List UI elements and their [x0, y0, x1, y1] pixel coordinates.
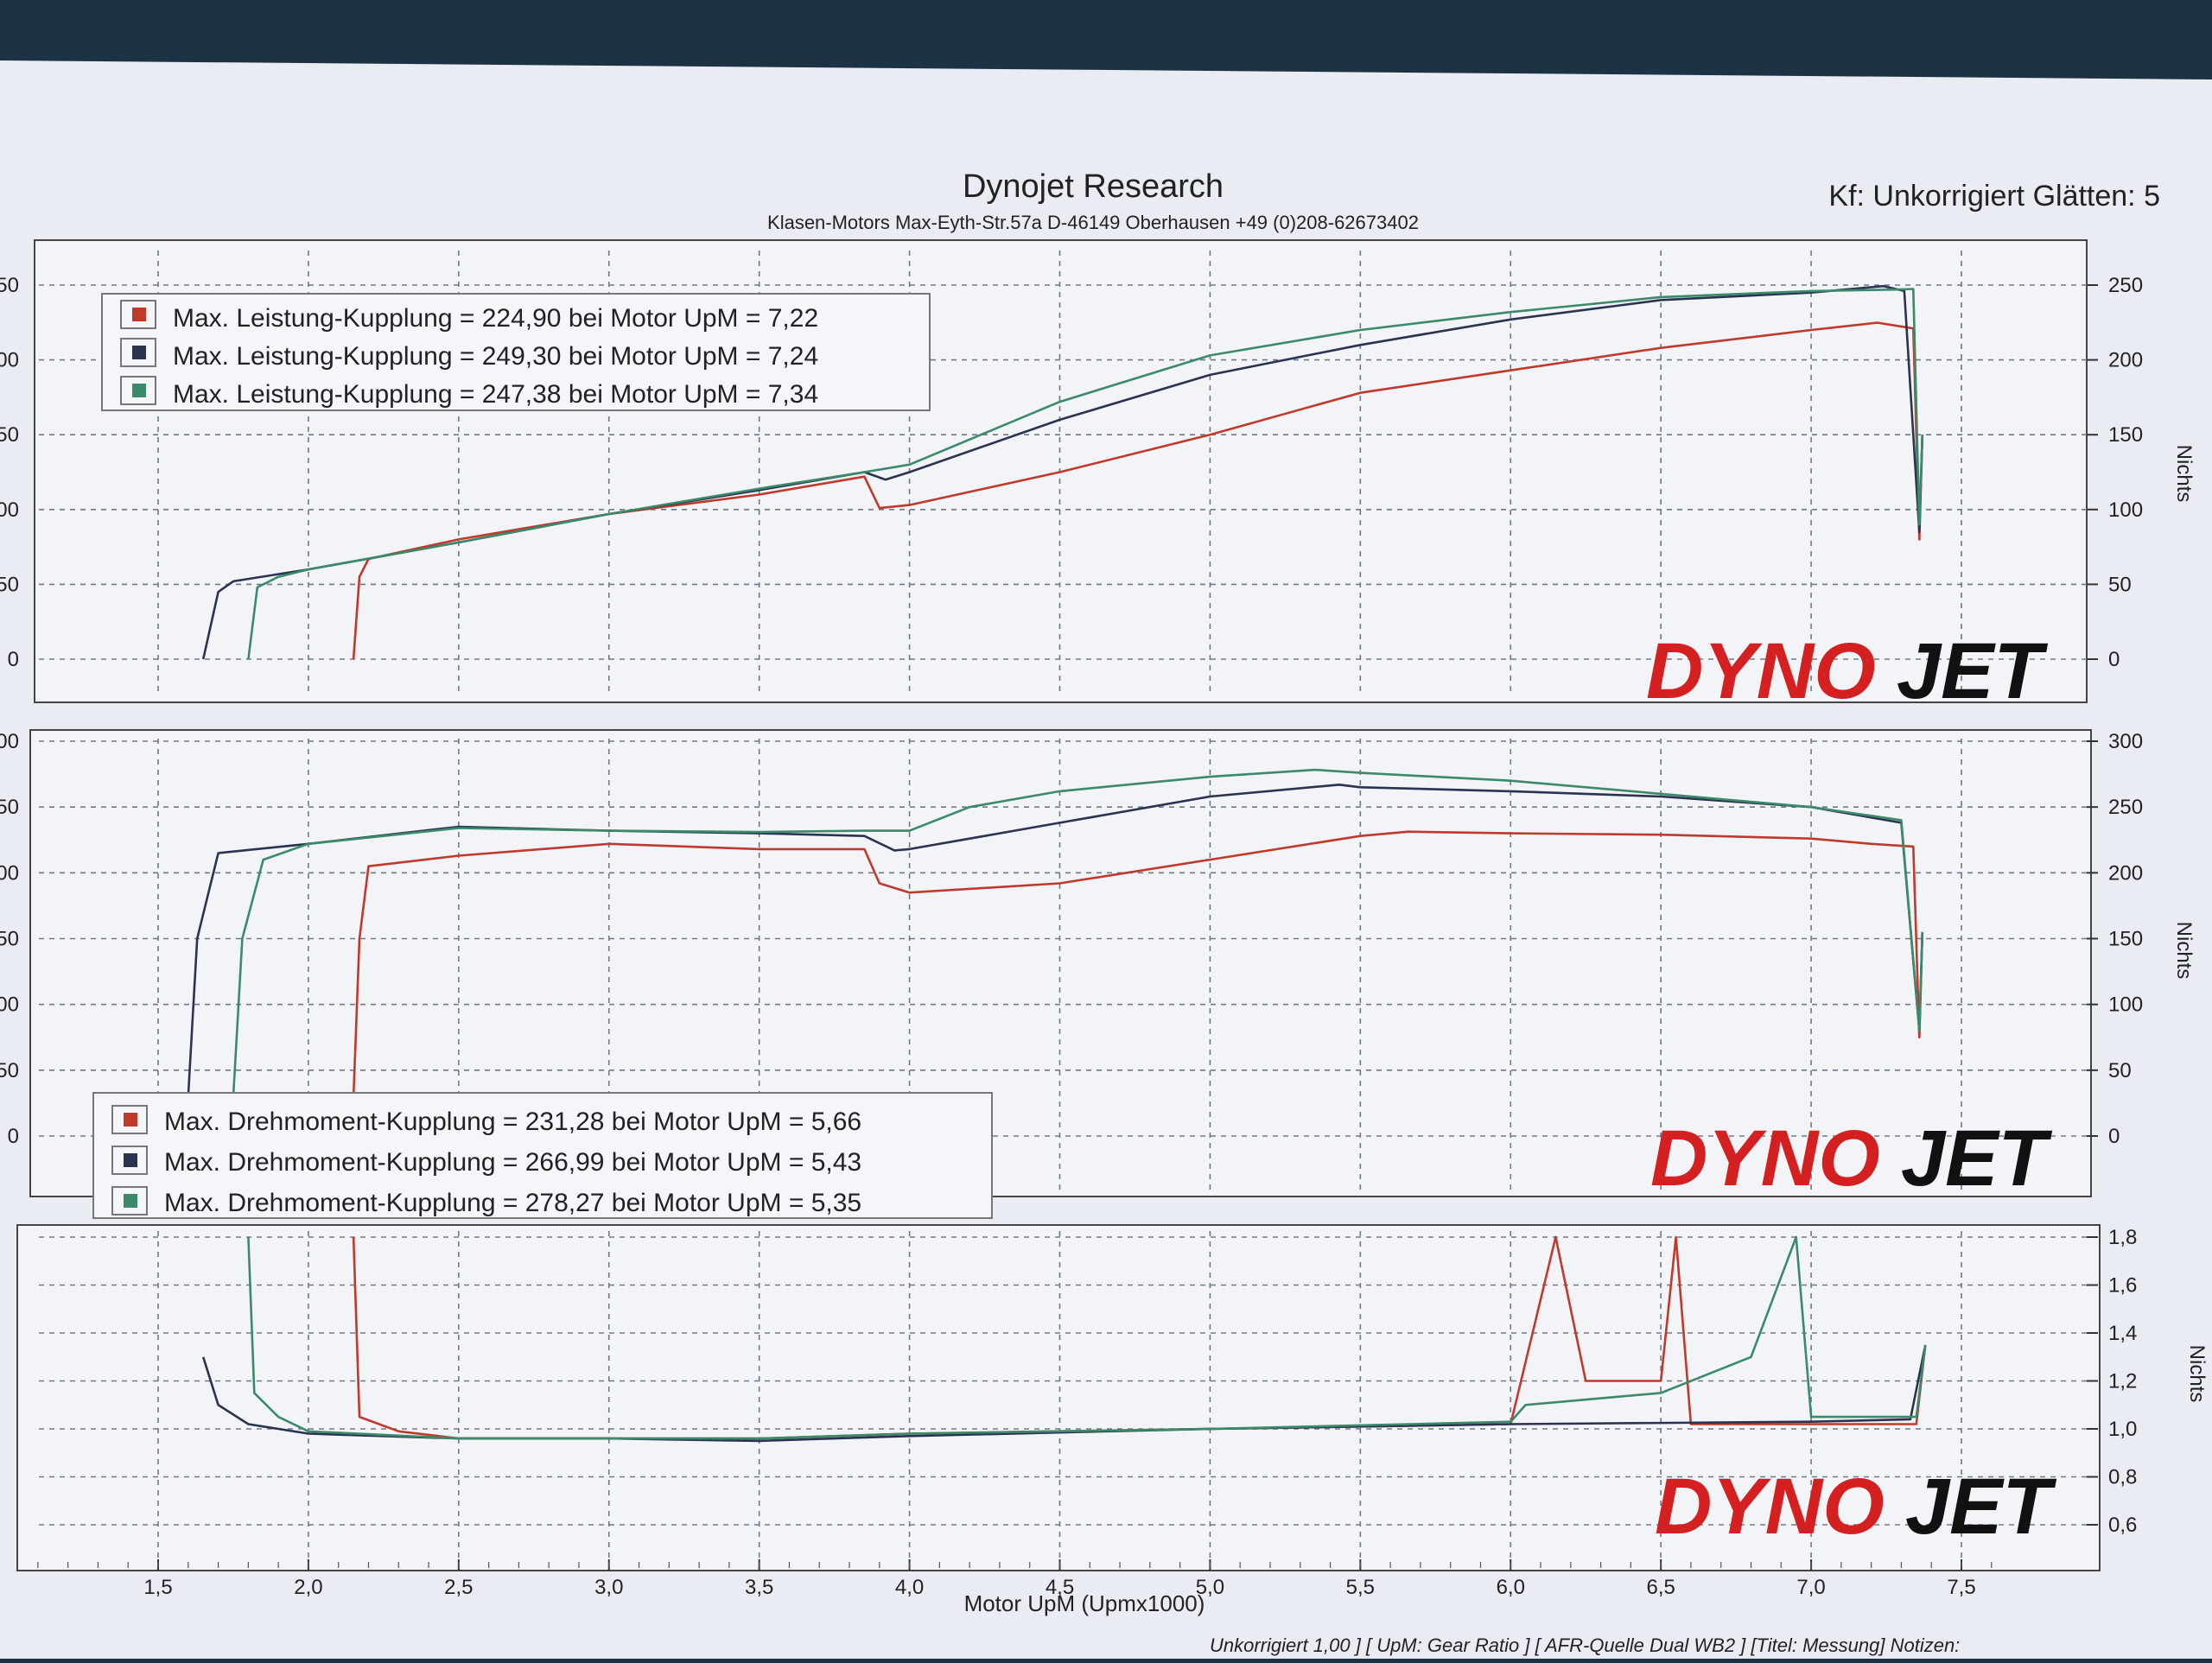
- logo-text-dyno: DYNO: [1655, 1463, 1885, 1551]
- x-tick-label: 3,5: [745, 1576, 773, 1599]
- logo-text-jet: JET: [1901, 1114, 2053, 1203]
- y-tick-label-right: 100: [2108, 498, 2143, 522]
- y-tick-label-right: 0: [2108, 648, 2120, 671]
- legend-swatch-red: [132, 308, 146, 321]
- legend-swatch-green: [132, 384, 146, 397]
- legend-swatch-red: [124, 1113, 137, 1127]
- torque-ylabel: Nichts: [2172, 922, 2196, 980]
- y-tick-label-right: 150: [2108, 423, 2143, 447]
- x-tick-label: 2,0: [294, 1576, 322, 1599]
- x-tick-label: 4,0: [895, 1576, 924, 1599]
- y-tick-label-right: 150: [2108, 928, 2143, 951]
- y-tick-label-right: 50: [2108, 1059, 2132, 1082]
- logo-text-dyno: DYNO: [1646, 627, 1876, 715]
- y-tick-label-left: 00: [0, 730, 19, 753]
- y-tick-label-left: 50: [0, 274, 19, 297]
- afr-panel: 0,6 0,8 1,0 1,2 1,4 1,6 1,8 Nichts DYNO JET: [16, 1224, 2209, 1571]
- legend-swatch-blue: [132, 346, 146, 359]
- y-tick-label-left: 50: [0, 423, 19, 447]
- power-legend-item: Max. Leistung-Kupplung = 249,30 bei Moto…: [173, 342, 818, 371]
- y-tick-label-right: 250: [2108, 796, 2143, 819]
- dynojet-logo: DYNO JET: [1650, 1114, 2053, 1203]
- power-legend-item: Max. Leistung-Kupplung = 247,38 bei Moto…: [173, 380, 818, 409]
- torque-legend-item: Max. Drehmoment-Kupplung = 266,99 bei Mo…: [164, 1148, 861, 1177]
- y-tick-label-right: 200: [2108, 349, 2143, 372]
- logo-text-dyno: DYNO: [1650, 1114, 1880, 1203]
- y-tick-label-right: 0,6: [2108, 1514, 2137, 1537]
- y-tick-label-left: 00: [0, 993, 19, 1017]
- power-legend-item: Max. Leistung-Kupplung = 224,90 bei Moto…: [173, 304, 818, 333]
- y-tick-label-right: 1,8: [2108, 1226, 2137, 1249]
- torque-panel: 050100150200250300 0500050005000 Nichts …: [0, 729, 2196, 1219]
- power-panel: 0 50 100 150 200 250 0 50 00 50 00 50 Nichts Max. …: [0, 239, 2196, 715]
- y-tick-label-right: 0: [2108, 1125, 2120, 1148]
- x-axis-label: Motor UpM (Upmx1000): [964, 1590, 1205, 1616]
- dyno-sheet: Dynojet Research Klasen-Motors Max-Eyth-…: [0, 0, 2212, 1659]
- correction-label: Kf: Unkorrigiert Glätten: 5: [1828, 180, 2160, 213]
- logo-text-jet: JET: [1905, 1463, 2057, 1551]
- x-tick-label: 1,5: [143, 1576, 172, 1599]
- y-tick-label-right: 1,4: [2108, 1322, 2137, 1345]
- x-tick-label: 5,5: [1346, 1576, 1375, 1599]
- y-tick-label-right: 200: [2108, 861, 2143, 885]
- y-tick-label-right: 50: [2108, 573, 2132, 596]
- y-tick-label-left: 0: [8, 648, 19, 671]
- x-tick-label: 6,5: [1646, 1576, 1675, 1599]
- footer-info: Unkorrigiert 1,00 ] [ UpM: Gear Ratio ] …: [1210, 1634, 1960, 1656]
- power-legend: Max. Leistung-Kupplung = 224,90 bei Moto…: [101, 293, 931, 411]
- torque-legend-item: Max. Drehmoment-Kupplung = 231,28 bei Mo…: [164, 1108, 861, 1136]
- y-tick-label-right: 300: [2108, 730, 2143, 753]
- x-tick-label: 7,0: [1796, 1576, 1825, 1599]
- y-tick-label-left: 0: [8, 1125, 19, 1148]
- y-tick-label-left: 50: [0, 928, 19, 951]
- chart-title: Dynojet Research: [963, 168, 1224, 205]
- x-tick-label: 6,0: [1497, 1576, 1525, 1599]
- legend-swatch-green: [124, 1194, 137, 1208]
- y-tick-label-right: 1,6: [2108, 1274, 2137, 1298]
- y-tick-label-left: 50: [0, 796, 19, 819]
- x-tick-label: 2,5: [444, 1576, 473, 1599]
- y-tick-label-left: 00: [0, 349, 19, 372]
- y-tick-label-right: 100: [2108, 993, 2143, 1017]
- dyno-chart-svg: Dynojet Research Klasen-Motors Max-Eyth-…: [0, 60, 2212, 1659]
- chart-subtitle: Klasen-Motors Max-Eyth-Str.57a D-46149 O…: [767, 212, 1419, 233]
- x-tick-label: 7,5: [1947, 1576, 1975, 1599]
- y-tick-label-left: 00: [0, 861, 19, 885]
- afr-ylabel: Nichts: [2185, 1345, 2209, 1403]
- dynojet-logo: DYNO JET: [1655, 1463, 2057, 1551]
- torque-legend-item: Max. Drehmoment-Kupplung = 278,27 bei Mo…: [164, 1189, 861, 1217]
- dynojet-logo: DYNO JET: [1646, 627, 2049, 715]
- y-tick-label-left: 50: [0, 1059, 19, 1082]
- y-tick-label-left: 00: [0, 498, 19, 522]
- y-tick-label-right: 250: [2108, 274, 2143, 297]
- x-tick-label: 3,0: [594, 1576, 623, 1599]
- y-tick-label-left: 50: [0, 573, 19, 596]
- y-tick-label-right: 1,2: [2108, 1370, 2137, 1393]
- torque-legend: Max. Drehmoment-Kupplung = 231,28 bei Mo…: [92, 1092, 993, 1219]
- logo-text-jet: JET: [1897, 627, 2049, 715]
- legend-swatch-blue: [124, 1153, 137, 1167]
- y-tick-label-right: 1,0: [2108, 1418, 2137, 1441]
- power-ylabel: Nichts: [2172, 445, 2196, 503]
- y-tick-label-right: 0,8: [2108, 1466, 2137, 1489]
